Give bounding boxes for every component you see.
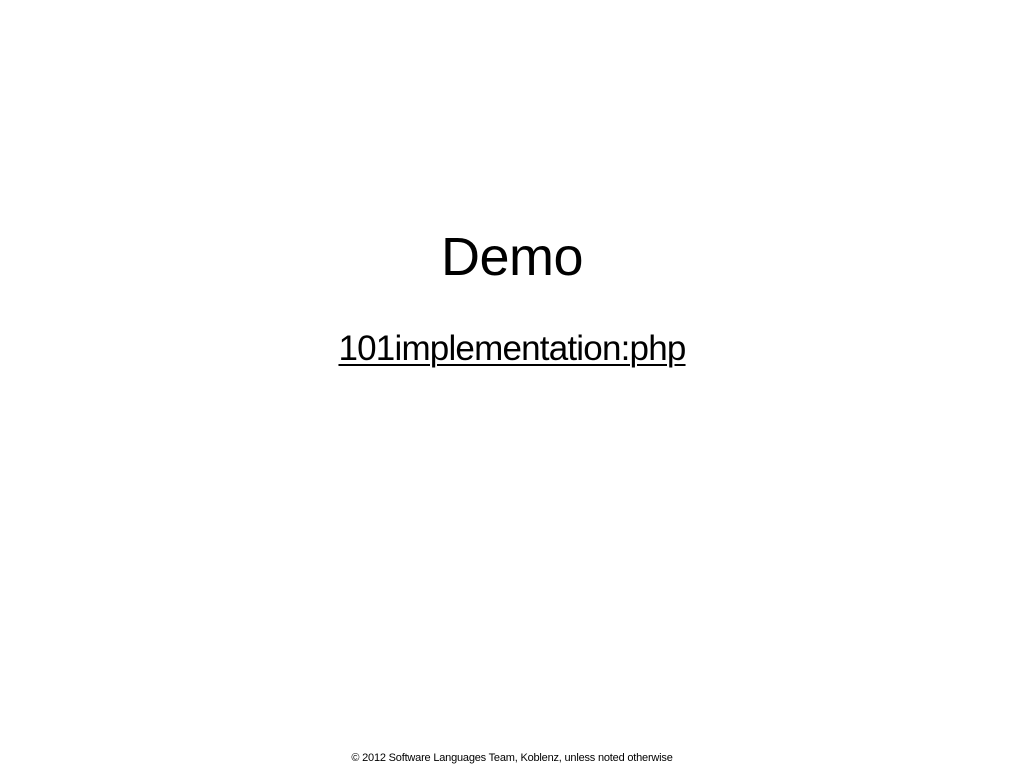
copyright-footer: © 2012 Software Languages Team, Koblenz,… (351, 752, 673, 764)
implementation-link[interactable]: 101implementation:php (338, 329, 686, 368)
implementation-link-container: 101implementation:php (0, 326, 1024, 372)
slide-title: Demo (440, 227, 584, 287)
